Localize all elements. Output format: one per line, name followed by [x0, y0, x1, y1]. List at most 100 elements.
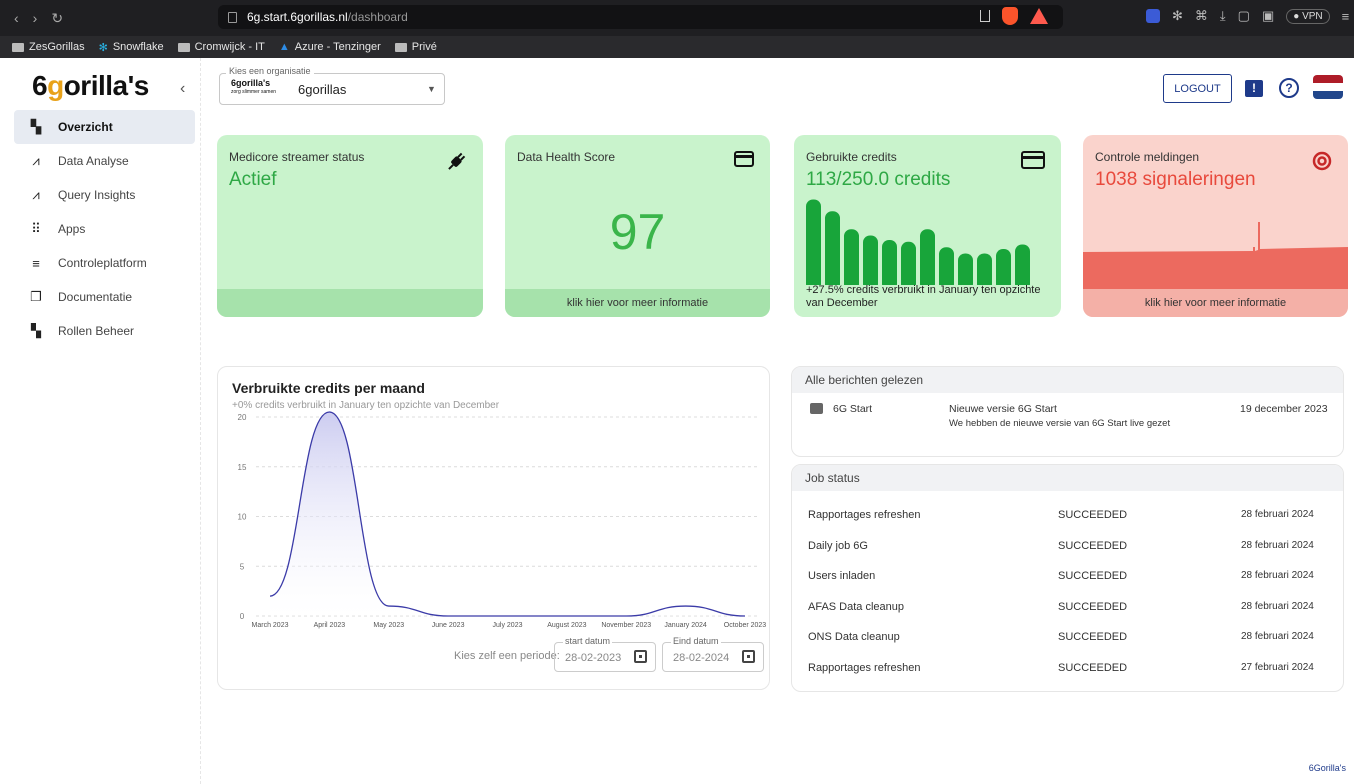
folder-icon — [177, 42, 190, 52]
job-status: SUCCEEDED — [1058, 509, 1128, 521]
data-health-card[interactable]: Data Health Score 97 klik hier voor meer… — [505, 135, 770, 317]
table-row: AFAS Data cleanup SUCCEEDED 28 februari 20… — [792, 601, 1343, 617]
sidebar-item-controleplatform[interactable]: ≡ Controleplatform — [14, 246, 195, 280]
table-row: Users inladen SUCCEEDED 28 februari 2024 — [792, 570, 1343, 586]
extension-icon[interactable] — [1146, 9, 1160, 23]
sidebar-item-data-analyse[interactable]: ⩘ Data Analyse — [14, 144, 195, 178]
job-date: 28 februari 2024 — [1241, 540, 1314, 551]
reload-icon[interactable]: ↻ — [51, 10, 63, 27]
bookmark-zesgorillas[interactable]: ZesGorillas — [12, 41, 85, 53]
start-date-field[interactable]: start datum 28-02-2023 — [554, 636, 656, 672]
y-tick-label: 15 — [238, 463, 247, 472]
wallet-icon[interactable]: ▣ — [1262, 8, 1274, 24]
sidebar-item-query-insights[interactable]: ⩘ Query Insights — [14, 178, 195, 212]
credits-change-note: +27.5% credits verbruikt in January ten … — [806, 284, 1041, 309]
credits-bar — [825, 211, 840, 285]
download-icon[interactable]: ⤓ — [1220, 8, 1226, 24]
bookmark-prive[interactable]: Privé — [394, 41, 437, 53]
sidebar-item-rollen-beheer[interactable]: ▚ Rollen Beheer — [14, 314, 195, 348]
bookmark-snowflake[interactable]: ✻ Snowflake — [99, 41, 164, 54]
message-body: We hebben de nieuwe versie van 6G Start … — [949, 418, 1171, 429]
browser-nav: ‹ › ↻ — [14, 10, 214, 27]
x-tick-label: November 2023 — [601, 622, 651, 629]
sidebar-item-overzicht[interactable]: ▚ Overzicht — [14, 110, 195, 144]
address-bar[interactable]: 6g.start.6gorillas.nl/dashboard — [218, 5, 1063, 29]
job-name: Rapportages refreshen — [808, 662, 921, 674]
bookmark-label: Azure - Tenzinger — [294, 41, 381, 53]
table-row: Daily job 6G SUCCEEDED 28 februari 2024 — [792, 540, 1343, 556]
credits-bar — [958, 253, 973, 285]
puzzle-icon[interactable]: ⌘ — [1195, 8, 1208, 24]
card-icon — [1021, 151, 1045, 169]
job-name: Users inladen — [808, 570, 876, 582]
mail-open-icon — [810, 403, 823, 414]
sidebar-item-documentatie[interactable]: ❐ Documentatie — [14, 280, 195, 314]
brand-logo[interactable]: 6gorilla's — [32, 70, 149, 102]
end-date-field[interactable]: Eind datum 28-02-2024 — [662, 636, 764, 672]
credits-per-month-panel: Verbruikte credits per maand +0% credits… — [217, 366, 770, 690]
chevron-down-icon[interactable]: ▼ — [427, 84, 436, 94]
credits-card[interactable]: Gebruikte credits 113/250.0 credits +27.… — [794, 135, 1061, 317]
credits-bar — [844, 229, 859, 285]
collapse-sidebar-icon[interactable]: ‹ — [180, 80, 185, 98]
job-status: SUCCEEDED — [1058, 601, 1128, 613]
roles-icon: ▚ — [31, 323, 41, 338]
sidebar-item-label: Apps — [58, 222, 86, 236]
job-status: SUCCEEDED — [1058, 570, 1128, 582]
table-row: Rapportages refreshen SUCCEEDED 27 februar… — [792, 662, 1343, 678]
sidebar-item-apps[interactable]: ⠿ Apps — [14, 212, 195, 246]
azure-icon: ▲ — [278, 41, 290, 53]
end-date-label: Eind datum — [671, 636, 721, 646]
x-tick-label: August 2023 — [547, 622, 586, 629]
job-name: AFAS Data cleanup — [808, 601, 905, 613]
calendar-icon[interactable] — [742, 650, 755, 663]
forward-icon[interactable]: › — [33, 10, 38, 27]
job-date: 28 februari 2024 — [1241, 509, 1314, 520]
url-actions — [980, 7, 1048, 25]
sidebar-toggle-icon[interactable]: ▢ — [1238, 8, 1250, 24]
folder-icon — [394, 42, 407, 52]
start-date-label: start datum — [563, 636, 613, 646]
menu-icon[interactable]: ≡ — [1342, 9, 1350, 24]
job-status-header: Job status — [792, 465, 1343, 491]
end-date-value: 28-02-2024 — [673, 652, 730, 664]
grid-icon: ⠿ — [31, 221, 41, 236]
help-icon[interactable]: ? — [1279, 78, 1299, 98]
org-logo-tagline: zorg slimmer samen — [231, 89, 277, 95]
credits-bar — [806, 199, 821, 285]
language-flag-icon[interactable] — [1313, 75, 1343, 99]
feedback-icon[interactable]: ! — [1245, 80, 1263, 97]
back-icon[interactable]: ‹ — [14, 10, 19, 27]
data-health-more-info-link[interactable]: klik hier voor meer informatie — [505, 289, 770, 317]
alerts-count-value: 1038 signaleringen — [1095, 169, 1256, 190]
x-tick-label: May 2023 — [373, 622, 404, 629]
job-status: SUCCEEDED — [1058, 540, 1128, 552]
start-date-value: 28-02-2023 — [565, 652, 622, 664]
card-title: Controle meldingen — [1095, 150, 1200, 164]
credits-bar — [977, 253, 992, 285]
logout-button[interactable]: LOGOUT — [1163, 74, 1232, 103]
bookmark-label: ZesGorillas — [29, 41, 85, 53]
brave-shield-icon[interactable] — [1002, 7, 1018, 25]
snowflake-icon: ✻ — [98, 41, 108, 54]
credits-bar-chart — [806, 199, 1030, 285]
brave-rewards-icon[interactable] — [1030, 8, 1048, 24]
streamer-status-card[interactable]: Medicore streamer status Actief — [217, 135, 483, 317]
bookmark-azure[interactable]: ▲ Azure - Tenzinger — [279, 41, 381, 53]
sidebar-item-label: Data Analyse — [58, 154, 129, 168]
alerts-more-info-link[interactable]: klik hier voor meer informatie — [1083, 289, 1348, 317]
organisation-select-label: Kies een organisatie — [226, 66, 314, 76]
bookmark-icon[interactable] — [228, 11, 237, 23]
logo-accent: g — [47, 70, 64, 101]
gear-icon[interactable]: ✻ — [1172, 8, 1183, 24]
bookmark-cromwijck[interactable]: Cromwijck - IT — [177, 41, 265, 53]
share-icon[interactable] — [980, 10, 990, 22]
vpn-button[interactable]: ● VPN — [1286, 8, 1330, 24]
flag-stripe — [1313, 83, 1343, 91]
alerts-card[interactable]: Controle meldingen 1038 signaleringen kl… — [1083, 135, 1348, 317]
credits-bar — [863, 235, 878, 285]
table-row: Rapportages refreshen SUCCEEDED 28 februar… — [792, 509, 1343, 525]
url-text: 6g.start.6gorillas.nl/dashboard — [247, 10, 408, 24]
calendar-icon[interactable] — [634, 650, 647, 663]
credits-bar — [920, 229, 935, 285]
